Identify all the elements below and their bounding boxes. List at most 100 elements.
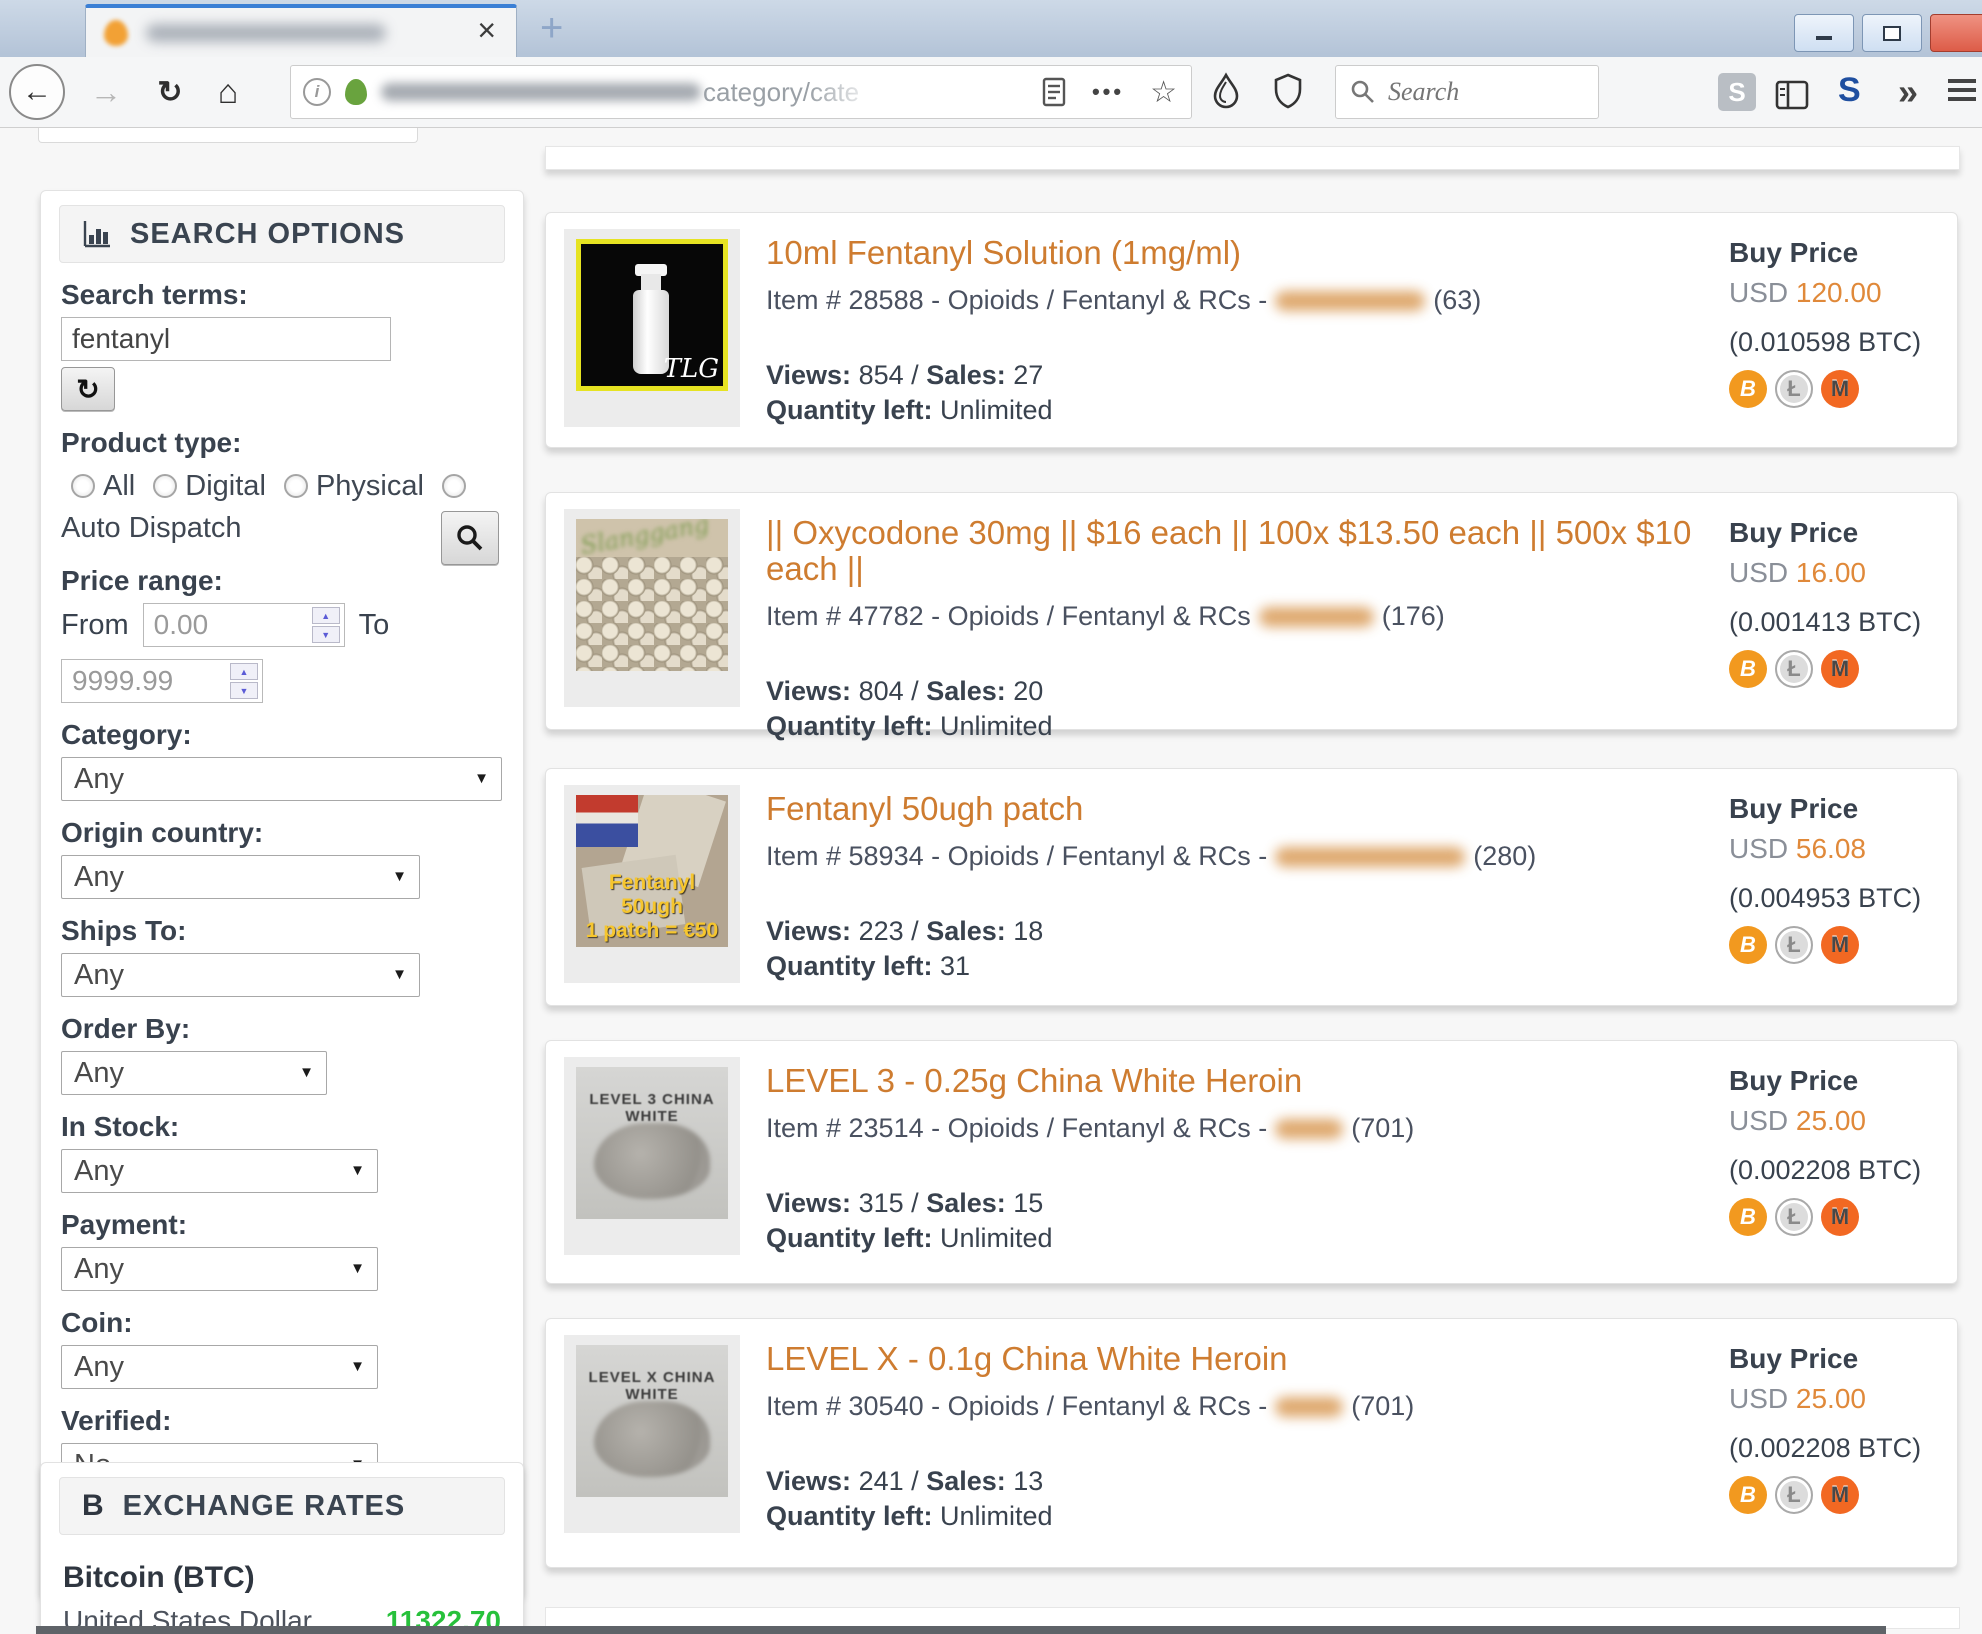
price-btc: (0.004953 BTC) (1729, 883, 1957, 914)
category-select[interactable]: Any (61, 757, 502, 801)
reset-filters-button[interactable]: ↻ (61, 367, 115, 411)
listing-stats: Views: 804 / Sales: 20 (766, 676, 1729, 707)
bitcoin-coin-icon: B (1729, 1198, 1767, 1236)
exchange-rates-panel: B EXCHANGE RATES Bitcoin (BTC) United St… (40, 1462, 524, 1634)
onion-site-icon (345, 79, 367, 105)
back-button[interactable]: ← (8, 57, 66, 127)
sidebar-search-button[interactable] (441, 511, 499, 565)
listing-quantity: Quantity left: 31 (766, 951, 1729, 982)
bitcoin-icon: B (82, 1489, 105, 1523)
forward-icon: → (90, 74, 122, 111)
overflow-menu-icon[interactable]: » (1898, 71, 1918, 113)
monero-coin-icon: M (1821, 370, 1859, 408)
radio-physical-icon[interactable] (284, 474, 308, 498)
browser-tab[interactable]: × (85, 4, 517, 61)
vendor-rating: (280) (1473, 841, 1536, 871)
reader-mode-icon[interactable] (1042, 77, 1066, 107)
minimize-button[interactable] (1794, 14, 1854, 52)
bar-chart-icon (82, 219, 112, 249)
buy-price-label: Buy Price (1729, 517, 1957, 549)
vendor-rating: (701) (1351, 1113, 1414, 1143)
product-type-radios: All Digital Physical Auto Dispatch (61, 465, 491, 549)
security-shield-icon[interactable] (1266, 69, 1310, 113)
vendor-name-blurred[interactable] (1275, 291, 1425, 311)
search-input[interactable] (1386, 76, 1570, 108)
nav-toolbar: ← → ↻ ⌂ i category/cate ••• ☆ (0, 57, 1982, 128)
radio-digital[interactable]: Digital (143, 470, 266, 502)
coin-select[interactable]: Any (61, 1345, 378, 1389)
listing-meta: Item # 30540 - Opioids / Fentanyl & RCs … (766, 1391, 1729, 1422)
vendor-name-blurred[interactable] (1275, 1119, 1343, 1139)
exchange-rates-header: B EXCHANGE RATES (59, 1477, 505, 1535)
price-btc: (0.010598 BTC) (1729, 327, 1957, 358)
tab-title-blurred (146, 24, 386, 42)
in-stock-label: In Stock: (61, 1111, 503, 1143)
radio-all[interactable]: All (61, 470, 135, 502)
listing-title-link[interactable]: 10ml Fentanyl Solution (1mg/ml) (766, 235, 1729, 271)
vendor-name-blurred[interactable] (1275, 847, 1465, 867)
listing-title-link[interactable]: Fentanyl 50ugh patch (766, 791, 1729, 827)
listing-meta: Item # 58934 - Opioids / Fentanyl & RCs … (766, 841, 1729, 872)
page-actions-icon[interactable]: ••• (1092, 79, 1124, 105)
listing-thumbnail[interactable]: Slanggang (576, 519, 728, 671)
site-info-icon[interactable]: i (303, 78, 331, 106)
listing-title-link[interactable]: LEVEL X - 0.1g China White Heroin (766, 1341, 1729, 1377)
partial-listing-top (545, 146, 1960, 170)
search-terms-input[interactable] (61, 317, 391, 361)
payment-select[interactable]: Any (61, 1247, 378, 1291)
pills-image (576, 557, 728, 671)
bitcoin-coin-icon: B (1729, 650, 1767, 688)
tab-close-icon[interactable]: × (477, 14, 496, 46)
extension-scriptsafe-icon[interactable]: S (1718, 73, 1756, 111)
listing-meta: Item # 23514 - Opioids / Fentanyl & RCs … (766, 1113, 1729, 1144)
price-btc: (0.002208 BTC) (1729, 1433, 1957, 1464)
radio-all-icon[interactable] (71, 474, 95, 498)
app-menu-icon[interactable] (1948, 79, 1976, 83)
price-from-input[interactable]: 0.00 ▲▼ (143, 603, 345, 647)
listing-thumbnail[interactable]: TLG (576, 239, 728, 391)
sidebar-toggle-icon[interactable] (1770, 73, 1814, 117)
price-to-input[interactable]: 9999.99 ▲▼ (61, 659, 263, 703)
new-tab-button[interactable]: + (540, 8, 563, 48)
price-usd: 16.00 (1796, 557, 1866, 588)
maximize-button[interactable] (1862, 14, 1922, 52)
listing-stats: Views: 315 / Sales: 15 (766, 1188, 1729, 1219)
order-by-select[interactable]: Any (61, 1051, 327, 1095)
toolbar-search[interactable] (1335, 65, 1599, 119)
tor-circuit-icon[interactable] (1204, 69, 1248, 113)
listing-thumbnail[interactable]: Fentanyl 50ugh 1 patch = €50 (576, 795, 728, 947)
powder-image (594, 1123, 710, 1199)
extension-noscript-icon[interactable]: S (1838, 71, 1861, 110)
forward-button[interactable]: → (84, 57, 128, 127)
listing-title-link[interactable]: || Oxycodone 30mg || $16 each || 100x $1… (766, 515, 1729, 587)
listing-stats: Views: 241 / Sales: 13 (766, 1466, 1729, 1497)
reload-button[interactable]: ↻ (148, 57, 192, 127)
listing-stats: Views: 854 / Sales: 27 (766, 360, 1729, 391)
thumb-watermark: TLG (664, 354, 719, 384)
origin-country-label: Origin country: (61, 817, 503, 849)
home-button[interactable]: ⌂ (206, 57, 250, 127)
ships-to-label: Ships To: (61, 915, 503, 947)
listing-thumbnail[interactable]: LEVEL X CHINA WHITE (576, 1345, 728, 1497)
price-from-spinner[interactable]: ▲▼ (312, 607, 340, 643)
radio-digital-icon[interactable] (153, 474, 177, 498)
ships-to-select[interactable]: Any (61, 953, 420, 997)
search-options-panel: SEARCH OPTIONS Search terms: ↻ Product t… (40, 190, 524, 1596)
bookmark-star-icon[interactable]: ☆ (1150, 75, 1177, 110)
tab-favicon-icon (104, 20, 128, 46)
url-bar[interactable]: i category/cate ••• ☆ (290, 65, 1192, 119)
listing-thumbnail[interactable]: LEVEL 3 CHINA WHITE (576, 1067, 728, 1219)
vendor-name-blurred[interactable] (1275, 1397, 1343, 1417)
price-btc: (0.001413 BTC) (1729, 607, 1957, 638)
thumb-scrawl-blurred: Slanggang (579, 519, 712, 560)
in-stock-select[interactable]: Any (61, 1149, 378, 1193)
close-button[interactable] (1930, 14, 1982, 52)
listing-title-link[interactable]: LEVEL 3 - 0.25g China White Heroin (766, 1063, 1729, 1099)
price-to-spinner[interactable]: ▲▼ (230, 663, 258, 699)
category-label: Category: (61, 719, 503, 751)
radio-auto-dispatch-icon[interactable] (442, 474, 466, 498)
vendor-name-blurred[interactable] (1259, 607, 1374, 627)
flag-badge (576, 795, 638, 847)
origin-country-select[interactable]: Any (61, 855, 420, 899)
radio-physical[interactable]: Physical (274, 470, 424, 502)
